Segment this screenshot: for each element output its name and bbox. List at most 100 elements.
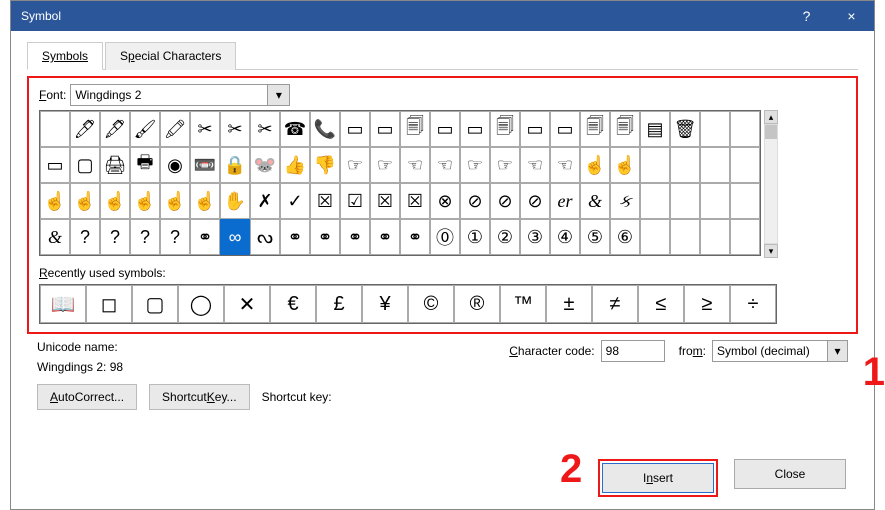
symbol-cell[interactable]: ᔓ xyxy=(250,219,280,255)
symbol-cell[interactable] xyxy=(700,147,730,183)
symbol-cell[interactable]: ☝ xyxy=(130,183,160,219)
symbol-cell[interactable]: ① xyxy=(460,219,490,255)
symbol-cell[interactable] xyxy=(640,147,670,183)
symbol-cell[interactable]: ? xyxy=(130,219,160,255)
symbol-cell[interactable]: ☒ xyxy=(310,183,340,219)
recent-symbol-cell[interactable]: ™ xyxy=(500,285,546,323)
symbol-cell[interactable]: ☒ xyxy=(400,183,430,219)
symbol-cell[interactable] xyxy=(730,219,760,255)
tab-symbols[interactable]: Symbols xyxy=(27,42,103,70)
symbol-cell[interactable]: ☝ xyxy=(40,183,70,219)
symbol-cell[interactable] xyxy=(640,183,670,219)
symbol-cell[interactable]: ☝ xyxy=(70,183,100,219)
symbol-cell[interactable]: ☜ xyxy=(430,147,460,183)
symbol-cell[interactable]: ◉ xyxy=(160,147,190,183)
symbol-cell[interactable]: ⊘ xyxy=(520,183,550,219)
recent-symbol-cell[interactable]: £ xyxy=(316,285,362,323)
symbol-cell[interactable]: er xyxy=(550,183,580,219)
symbol-cell[interactable]: ▭ xyxy=(460,111,490,147)
symbol-cell[interactable]: ☒ xyxy=(370,183,400,219)
scroll-up-icon[interactable]: ▴ xyxy=(764,110,778,124)
symbol-cell[interactable] xyxy=(700,219,730,255)
symbol-cell[interactable]: ⊘ xyxy=(460,183,490,219)
symbol-cell[interactable]: ⚭ xyxy=(190,219,220,255)
symbol-cell[interactable]: ③ xyxy=(520,219,550,255)
symbol-cell[interactable]: 📼 xyxy=(190,147,220,183)
symbol-cell[interactable]: ☞ xyxy=(370,147,400,183)
symbol-cell[interactable]: ▭ xyxy=(430,111,460,147)
symbol-cell[interactable]: ક xyxy=(610,183,640,219)
recent-symbol-cell[interactable]: ◻ xyxy=(86,285,132,323)
autocorrect-button[interactable]: AutoCorrect... xyxy=(37,384,137,410)
symbol-cell[interactable]: ☝ xyxy=(100,183,130,219)
symbol-cell[interactable]: ✗ xyxy=(250,183,280,219)
symbol-cell[interactable]: ④ xyxy=(550,219,580,255)
recent-symbol-cell[interactable]: ✕ xyxy=(224,285,270,323)
recent-symbol-cell[interactable]: € xyxy=(270,285,316,323)
symbol-cell[interactable]: 🖶 xyxy=(130,147,160,183)
recent-symbol-cell[interactable]: ≠ xyxy=(592,285,638,323)
symbol-cell[interactable]: 🖨 xyxy=(100,147,130,183)
symbol-cell[interactable]: 👎 xyxy=(310,147,340,183)
symbol-cell[interactable]: ② xyxy=(490,219,520,255)
symbol-cell[interactable]: ✓ xyxy=(280,183,310,219)
symbol-cell[interactable]: ☝ xyxy=(610,147,640,183)
close-window-button[interactable]: × xyxy=(829,1,874,31)
symbol-cell[interactable]: ⚭ xyxy=(310,219,340,255)
symbol-cell[interactable]: ⚭ xyxy=(340,219,370,255)
symbol-cell[interactable]: ⚭ xyxy=(400,219,430,255)
symbol-cell[interactable]: ✂ xyxy=(190,111,220,147)
symbol-cell[interactable]: 🗐 xyxy=(610,111,640,147)
from-select[interactable]: Symbol (decimal) ▾ xyxy=(712,340,848,362)
symbol-cell[interactable]: & xyxy=(580,183,610,219)
symbol-cell[interactable]: ▭ xyxy=(40,147,70,183)
symbol-cell[interactable]: ☝ xyxy=(190,183,220,219)
symbol-cell[interactable] xyxy=(730,147,760,183)
shortcut-key-button[interactable]: Shortcut Key... xyxy=(149,384,250,410)
recent-symbol-cell[interactable]: ® xyxy=(454,285,500,323)
symbol-cell[interactable]: ▭ xyxy=(370,111,400,147)
symbol-cell[interactable]: ☜ xyxy=(550,147,580,183)
close-button[interactable]: Close xyxy=(734,459,846,489)
symbol-cell[interactable]: 🖊 xyxy=(70,111,100,147)
symbol-cell[interactable]: & xyxy=(40,219,70,255)
recent-symbol-cell[interactable]: ◯ xyxy=(178,285,224,323)
help-button[interactable]: ? xyxy=(784,1,829,31)
scroll-track[interactable] xyxy=(764,124,778,244)
symbol-cell[interactable] xyxy=(730,111,760,147)
symbol-cell[interactable]: ⊗ xyxy=(430,183,460,219)
symbol-cell[interactable]: 👍 xyxy=(280,147,310,183)
symbol-cell[interactable]: 🗑 xyxy=(670,111,700,147)
symbol-cell[interactable]: ∞ xyxy=(220,219,250,255)
symbol-cell[interactable] xyxy=(730,183,760,219)
symbol-cell[interactable]: ✂ xyxy=(220,111,250,147)
recent-symbol-cell[interactable]: 📖 xyxy=(40,285,86,323)
recent-symbol-cell[interactable]: ▢ xyxy=(132,285,178,323)
insert-button[interactable]: Insert xyxy=(602,463,714,493)
recent-symbol-cell[interactable]: ≥ xyxy=(684,285,730,323)
symbol-cell[interactable]: 🖌 xyxy=(130,111,160,147)
scrollbar[interactable]: ▴ ▾ xyxy=(763,110,779,258)
symbol-cell[interactable]: ☞ xyxy=(460,147,490,183)
recent-symbol-cell[interactable]: ÷ xyxy=(730,285,776,323)
symbol-cell[interactable]: 🖍 xyxy=(160,111,190,147)
symbol-cell[interactable] xyxy=(40,111,70,147)
recent-symbol-cell[interactable]: © xyxy=(408,285,454,323)
symbol-cell[interactable]: ☞ xyxy=(340,147,370,183)
symbol-cell[interactable]: ⚭ xyxy=(370,219,400,255)
symbol-cell[interactable] xyxy=(640,219,670,255)
symbol-cell[interactable]: ☝ xyxy=(580,147,610,183)
symbol-cell[interactable]: ▭ xyxy=(340,111,370,147)
symbol-cell[interactable]: 🖋 xyxy=(100,111,130,147)
scroll-down-icon[interactable]: ▾ xyxy=(764,244,778,258)
symbol-cell[interactable]: ? xyxy=(70,219,100,255)
scroll-thumb[interactable] xyxy=(765,125,777,139)
symbol-cell[interactable]: 🗐 xyxy=(490,111,520,147)
symbol-cell[interactable]: 🗐 xyxy=(400,111,430,147)
recent-symbol-cell[interactable]: ± xyxy=(546,285,592,323)
symbol-cell[interactable] xyxy=(700,111,730,147)
symbol-cell[interactable]: ☎ xyxy=(280,111,310,147)
tab-special-characters[interactable]: Special Characters xyxy=(105,42,236,70)
symbol-cell[interactable]: ? xyxy=(100,219,130,255)
symbol-cell[interactable]: ☜ xyxy=(520,147,550,183)
